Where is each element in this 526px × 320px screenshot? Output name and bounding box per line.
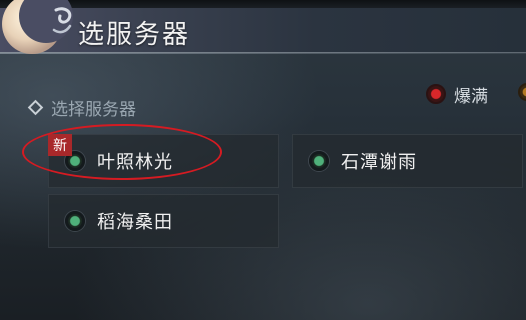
section-header: 选择服务器: [27, 96, 136, 120]
red-status-dot-icon: [426, 84, 446, 104]
server-button-3[interactable]: 稻海桑田: [48, 194, 279, 248]
crescent-moon-logo-icon: [2, 0, 73, 54]
section-label: 选择服务器: [51, 99, 136, 120]
server-button-1[interactable]: 叶照林光: [48, 134, 279, 188]
green-status-dot-icon: [65, 211, 85, 231]
server-name: 叶照林光: [97, 152, 173, 173]
server-name: 稻海桑田: [97, 212, 173, 233]
new-badge: 新: [48, 134, 72, 156]
server-button-2[interactable]: 石潭谢雨: [292, 134, 523, 188]
server-name: 石潭谢雨: [341, 152, 417, 173]
diamond-bullet-icon: [27, 99, 44, 115]
green-status-dot-icon: [309, 151, 329, 171]
legend-full-label: 爆满: [454, 86, 488, 107]
page-title: 选服务器: [78, 20, 191, 50]
legend-full: 爆满: [426, 82, 488, 107]
